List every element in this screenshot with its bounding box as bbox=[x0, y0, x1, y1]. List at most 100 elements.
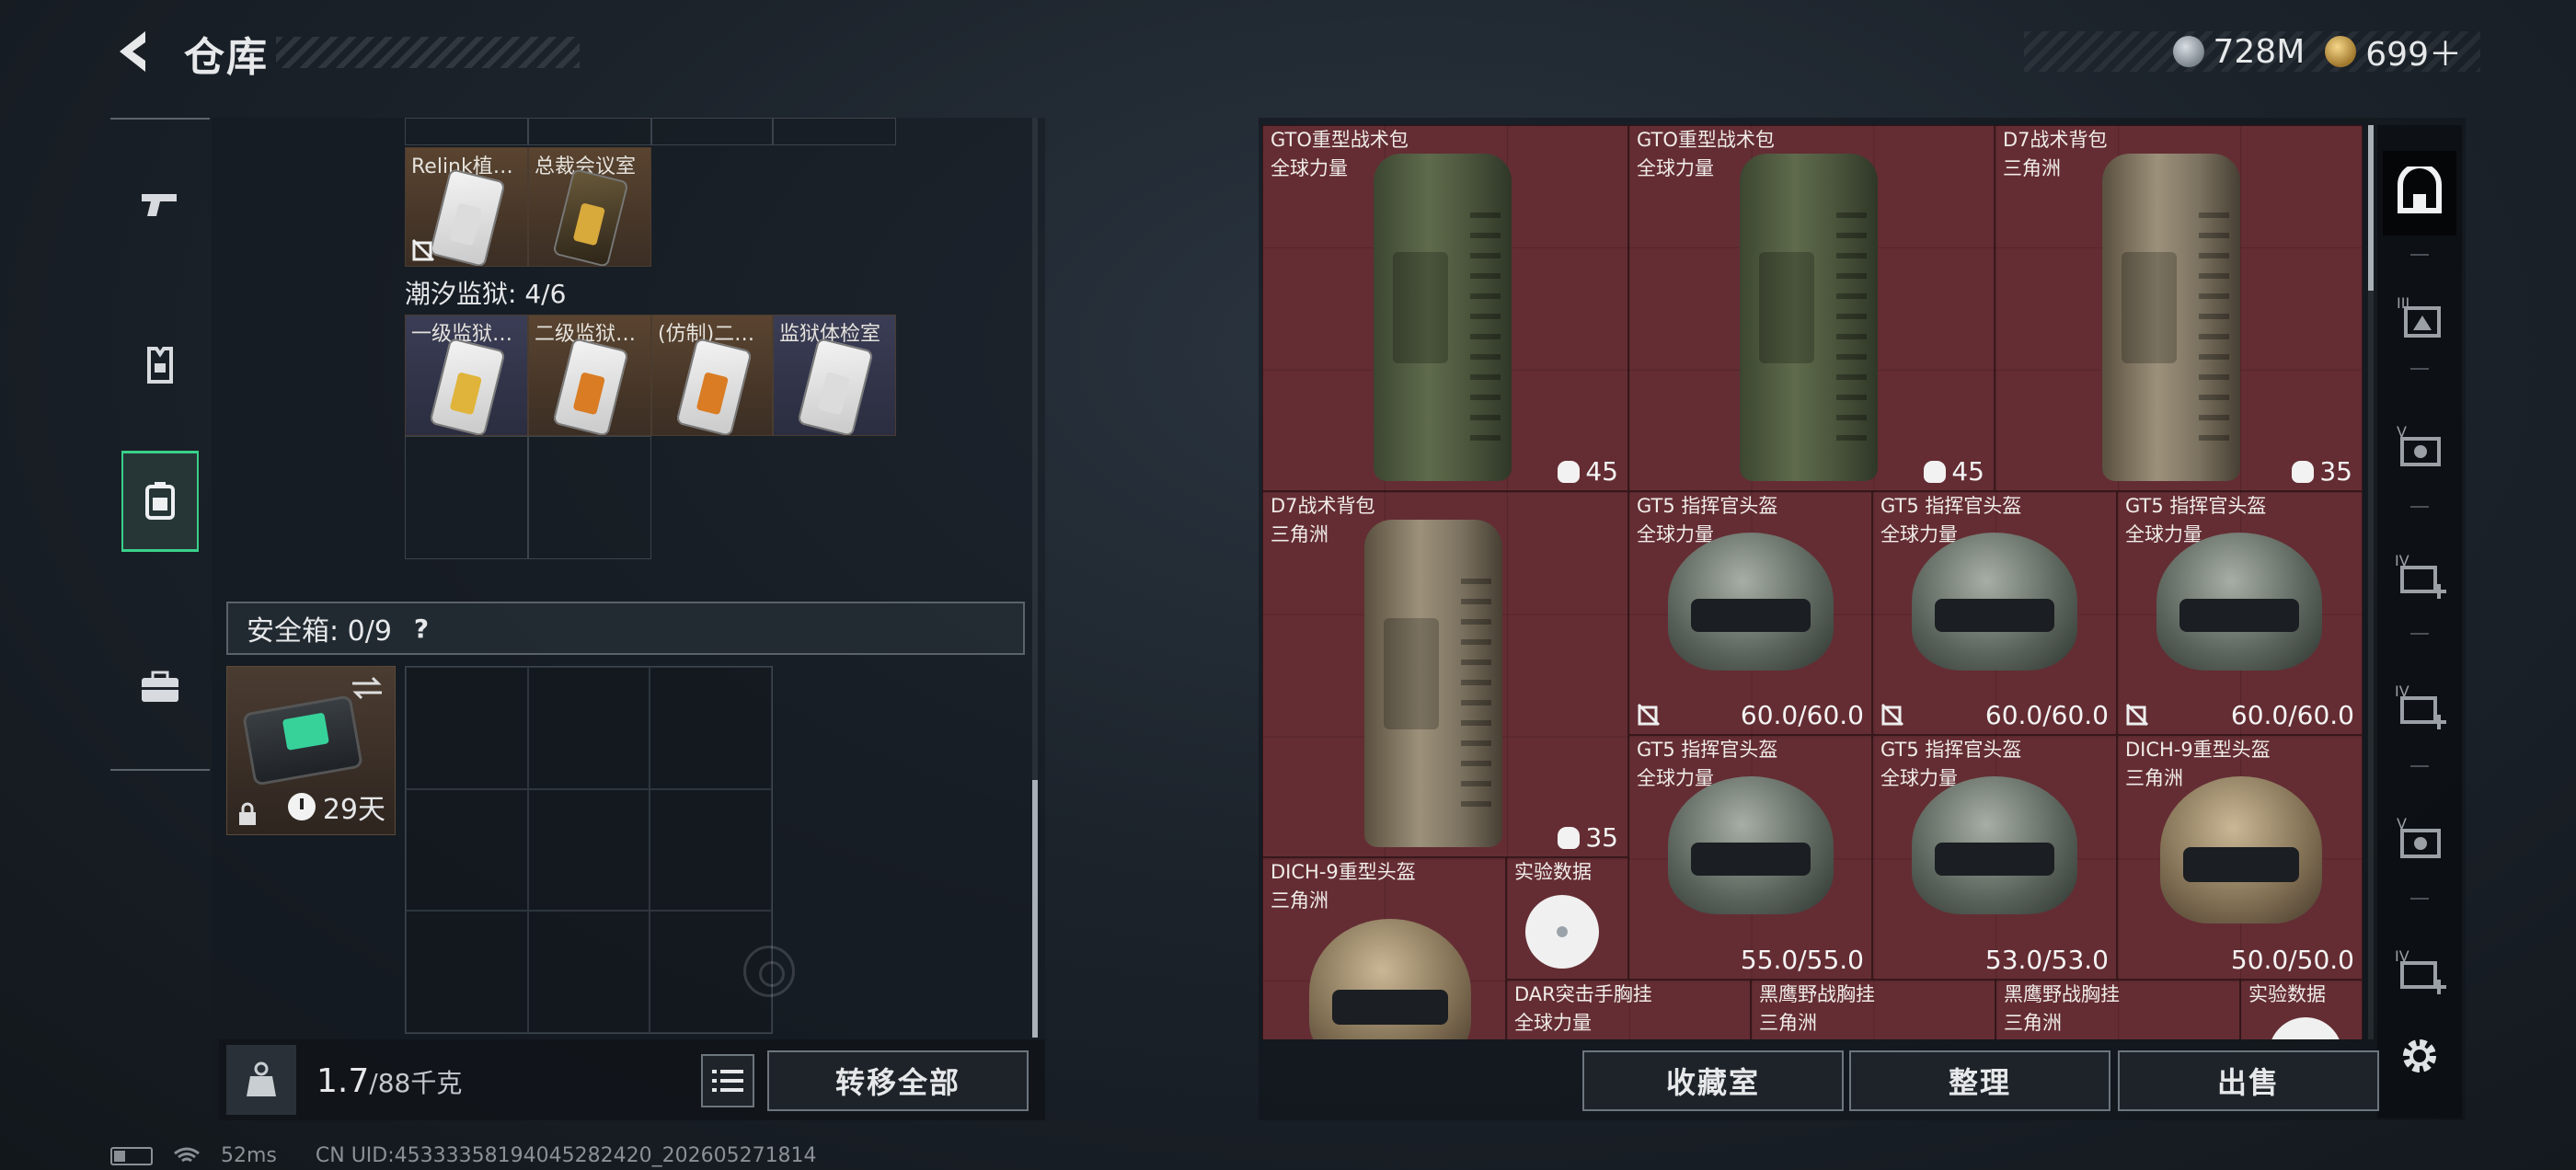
storage-slot[interactable] bbox=[405, 436, 528, 559]
backpack-icon bbox=[145, 482, 175, 520]
safe-box-grid[interactable] bbox=[405, 666, 773, 1034]
filter-tier-iv-b[interactable]: IV bbox=[2383, 664, 2456, 749]
helmet-item[interactable]: DICH-9重型头盔 三角洲 50.0/50.0 bbox=[2117, 735, 2363, 980]
tier-v-armor-icon: V bbox=[2397, 815, 2441, 858]
chest-rig-item[interactable]: 黑鹰野战胸挂 三角洲 bbox=[1995, 980, 2240, 1039]
helmet-icon bbox=[2156, 533, 2322, 671]
swap-icon[interactable] bbox=[349, 674, 385, 702]
weapons-tab[interactable] bbox=[121, 153, 199, 254]
helmet-icon bbox=[1668, 776, 1834, 914]
storage-slot[interactable] bbox=[405, 118, 528, 145]
tier-iv-medkit-icon: IV bbox=[2395, 682, 2446, 729]
keycard-item[interactable]: 总裁会议室 bbox=[528, 147, 651, 267]
backpack-item[interactable]: GTO重型战术包 全球力量 45 bbox=[1628, 125, 1995, 491]
helmet-item[interactable]: GT5 指挥官头盔 全球力量 60.0/60.0 bbox=[2117, 491, 2363, 735]
filter-tier-v-b[interactable]: V bbox=[2383, 797, 2456, 881]
all-icon bbox=[2398, 166, 2442, 213]
helmet-item[interactable]: GT5 指挥官头盔 全球力量 60.0/60.0 bbox=[1872, 491, 2117, 735]
safe-slot[interactable] bbox=[650, 667, 772, 789]
status-bar: 52ms CN UID:45333358194045282420_2026052… bbox=[110, 1144, 817, 1167]
disc-icon bbox=[1525, 895, 1599, 969]
safe-slot[interactable] bbox=[527, 911, 650, 1033]
helmet-item[interactable]: GT5 指挥官头盔 全球力量 55.0/55.0 bbox=[1628, 735, 1872, 980]
filter-tier-iii[interactable]: III bbox=[2383, 276, 2456, 361]
silver-amount: 728M bbox=[2213, 32, 2306, 71]
storage-slot[interactable] bbox=[651, 118, 773, 145]
filter-tier-v[interactable]: V bbox=[2383, 405, 2456, 489]
helmet-icon bbox=[1309, 919, 1471, 1039]
help-button[interactable]: ? bbox=[403, 610, 440, 647]
filter-all[interactable] bbox=[2383, 151, 2456, 235]
helmet-item[interactable]: GT5 指挥官头盔 全球力量 53.0/53.0 bbox=[1872, 735, 2117, 980]
safe-slot[interactable] bbox=[650, 788, 772, 912]
keycard-item[interactable]: 监狱体检室 bbox=[773, 315, 896, 436]
safe-box-item[interactable]: 29天 bbox=[226, 666, 396, 835]
armor-tab[interactable] bbox=[121, 315, 199, 416]
list-view-button[interactable] bbox=[701, 1054, 754, 1107]
backpack-tab[interactable] bbox=[121, 451, 199, 552]
safe-box-header: 安全箱: 0/9 ? bbox=[226, 602, 1025, 655]
back-arrow-icon[interactable] bbox=[109, 26, 160, 77]
chest-rig-item[interactable]: 黑鹰野战胸挂 三角洲 bbox=[1751, 980, 1995, 1039]
gear-icon[interactable] bbox=[2394, 1030, 2445, 1082]
silver-coin-icon bbox=[2172, 36, 2204, 67]
tier-iv-medkit-icon: IV bbox=[2395, 552, 2446, 599]
market-scroll-thumb[interactable] bbox=[2368, 125, 2374, 291]
keycard-item[interactable]: (仿制)二… bbox=[651, 315, 773, 436]
storage-slot[interactable] bbox=[528, 118, 651, 145]
helmet-icon bbox=[1912, 533, 2077, 671]
gold-amount: 699＋ bbox=[2365, 36, 2462, 74]
chest-rig-item[interactable]: DAR突击手胸挂 全球力量 bbox=[1506, 980, 1751, 1039]
storage-scroll-thumb[interactable] bbox=[1032, 780, 1038, 1038]
helmet-item[interactable]: GT5 指挥官头盔 全球力量 60.0/60.0 bbox=[1628, 491, 1872, 735]
case-tab[interactable] bbox=[121, 637, 199, 738]
keycard-icon bbox=[797, 337, 874, 435]
collection-room-button[interactable]: 收藏室 bbox=[1582, 1050, 1844, 1111]
uid-text: CN UID:45333358194045282420_202605271814 bbox=[315, 1144, 817, 1167]
filter-divider bbox=[2410, 765, 2429, 767]
keycard-item[interactable]: 二级监狱… bbox=[528, 315, 651, 436]
safe-slot[interactable] bbox=[406, 788, 528, 912]
safe-slot[interactable] bbox=[406, 911, 528, 1033]
durability-label: 60.0/60.0 bbox=[2230, 700, 2354, 730]
helmet-item[interactable]: DICH-9重型头盔 三角洲 bbox=[1262, 857, 1506, 1039]
data-item[interactable]: 实验数据 bbox=[2240, 980, 2363, 1039]
backpack-item[interactable]: D7战术背包 三角洲 35 bbox=[1262, 491, 1628, 857]
backpack-item[interactable]: GTO重型战术包 全球力量 45 bbox=[1262, 125, 1628, 491]
safe-box-icon bbox=[241, 694, 364, 786]
prison-section-label: 潮汐监狱: 4/6 bbox=[405, 279, 567, 309]
backpack-item[interactable]: D7战术背包 三角洲 35 bbox=[1995, 125, 2363, 491]
backpack-icon bbox=[1374, 154, 1512, 481]
organize-button[interactable]: 整理 bbox=[1849, 1050, 2110, 1111]
safe-slot[interactable] bbox=[527, 667, 650, 789]
filter-tier-iv-a[interactable]: IV bbox=[2383, 533, 2456, 618]
briefcase-icon bbox=[142, 671, 178, 702]
helmet-icon bbox=[1912, 776, 2077, 914]
backpack-icon bbox=[2102, 154, 2240, 481]
storage-slot[interactable] bbox=[528, 436, 651, 559]
gold-currency[interactable]: 699＋ bbox=[2325, 28, 2462, 75]
list-icon bbox=[712, 1070, 743, 1092]
safe-box-duration: 29天 bbox=[287, 786, 385, 827]
target-icon bbox=[743, 946, 795, 997]
data-item[interactable]: 实验数据 bbox=[1506, 857, 1628, 980]
sell-button[interactable]: 出售 bbox=[2118, 1050, 2379, 1111]
title-decoration bbox=[276, 37, 580, 68]
safe-slot[interactable] bbox=[406, 667, 528, 789]
filter-divider bbox=[2410, 633, 2429, 635]
storage-slot[interactable] bbox=[773, 118, 896, 145]
capacity-label: 45 bbox=[1924, 456, 1984, 487]
helmet-icon bbox=[2160, 776, 2322, 923]
keycard-item[interactable]: 一级监狱… bbox=[405, 315, 528, 436]
no-trade-icon bbox=[1637, 703, 1661, 727]
disc-icon bbox=[2269, 1017, 2342, 1039]
battery-icon bbox=[110, 1146, 153, 1165]
filter-tier-iv-c[interactable]: IV bbox=[2383, 929, 2456, 1014]
transfer-all-button[interactable]: 转移全部 bbox=[767, 1050, 1029, 1111]
keycard-icon bbox=[675, 337, 753, 435]
silver-currency[interactable]: 728M bbox=[2172, 32, 2306, 71]
safe-slot[interactable] bbox=[527, 788, 650, 912]
keycard-item[interactable]: Relink植… bbox=[405, 147, 528, 267]
safe-box-label: 安全箱: 0/9 bbox=[247, 615, 392, 648]
keycard-icon bbox=[429, 337, 506, 435]
